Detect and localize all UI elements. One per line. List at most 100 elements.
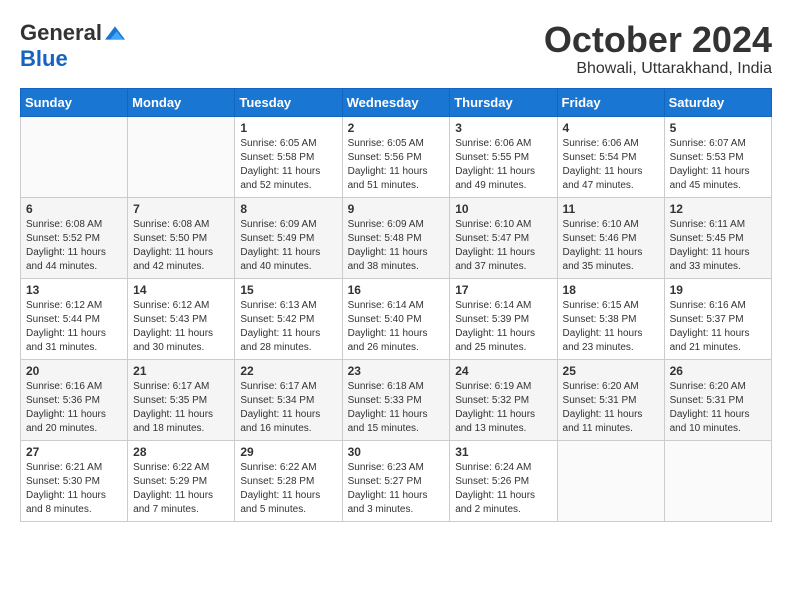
day-info: Sunrise: 6:11 AMSunset: 5:45 PMDaylight:… — [670, 219, 750, 272]
day-info: Sunrise: 6:22 AMSunset: 5:28 PMDaylight:… — [240, 462, 320, 515]
calendar-cell: 20Sunrise: 6:16 AMSunset: 5:36 PMDayligh… — [21, 359, 128, 440]
logo-blue-text: Blue — [20, 46, 68, 72]
calendar-cell: 24 Sunrise: 6:19 AMSunset: 5:32 PMDayligh… — [450, 359, 557, 440]
day-info: Sunrise: 6:15 AMSunset: 5:38 PMDaylight:… — [563, 300, 643, 353]
calendar-cell: 12 Sunrise: 6:11 AMSunset: 5:45 PMDayligh… — [664, 197, 771, 278]
calendar-cell: 27Sunrise: 6:21 AMSunset: 5:30 PMDayligh… — [21, 440, 128, 521]
day-number: 15 — [240, 283, 336, 297]
day-info: Sunrise: 6:21 AMSunset: 5:30 PMDaylight:… — [26, 462, 106, 515]
day-info: Sunrise: 6:08 AMSunset: 5:50 PMDaylight:… — [133, 219, 213, 272]
day-info: Sunrise: 6:18 AMSunset: 5:33 PMDaylight:… — [348, 381, 428, 434]
calendar-header-friday: Friday — [557, 88, 664, 116]
calendar-cell — [664, 440, 771, 521]
day-info: Sunrise: 6:08 AMSunset: 5:52 PMDaylight:… — [26, 219, 106, 272]
logo: General Blue — [20, 20, 125, 72]
page-header: General Blue October 2024 Bhowali, Uttar… — [20, 20, 772, 78]
day-info: Sunrise: 6:10 AMSunset: 5:47 PMDaylight:… — [455, 219, 535, 272]
day-number: 13 — [26, 283, 122, 297]
day-number: 5 — [670, 121, 766, 135]
day-number: 24 — [455, 364, 551, 378]
day-number: 4 — [563, 121, 659, 135]
calendar-cell: 13 Sunrise: 6:12 AMSunset: 5:44 PMDayligh… — [21, 278, 128, 359]
calendar-cell: 5Sunrise: 6:07 AMSunset: 5:53 PMDaylight… — [664, 116, 771, 197]
day-number: 28 — [133, 445, 229, 459]
day-info: Sunrise: 6:09 AMSunset: 5:48 PMDaylight:… — [348, 219, 428, 272]
day-number: 11 — [563, 202, 659, 216]
calendar-cell: 28 Sunrise: 6:22 AMSunset: 5:29 PMDayligh… — [128, 440, 235, 521]
day-number: 3 — [455, 121, 551, 135]
calendar-header-wednesday: Wednesday — [342, 88, 450, 116]
day-info: Sunrise: 6:12 AMSunset: 5:43 PMDaylight:… — [133, 300, 213, 353]
day-info: Sunrise: 6:05 AMSunset: 5:56 PMDaylight:… — [348, 138, 428, 191]
day-info: Sunrise: 6:10 AMSunset: 5:46 PMDaylight:… — [563, 219, 643, 272]
calendar-cell: 31 Sunrise: 6:24 AMSunset: 5:26 PMDayligh… — [450, 440, 557, 521]
calendar-week-3: 13 Sunrise: 6:12 AMSunset: 5:44 PMDayligh… — [21, 278, 772, 359]
day-info: Sunrise: 6:06 AMSunset: 5:54 PMDaylight:… — [563, 138, 643, 191]
calendar-week-2: 6 Sunrise: 6:08 AMSunset: 5:52 PMDaylight… — [21, 197, 772, 278]
calendar-header-tuesday: Tuesday — [235, 88, 342, 116]
day-info: Sunrise: 6:23 AMSunset: 5:27 PMDaylight:… — [348, 462, 428, 515]
calendar-cell: 1Sunrise: 6:05 AMSunset: 5:58 PMDaylight… — [235, 116, 342, 197]
day-number: 23 — [348, 364, 445, 378]
calendar-header-saturday: Saturday — [664, 88, 771, 116]
day-number: 8 — [240, 202, 336, 216]
calendar-cell — [128, 116, 235, 197]
day-info: Sunrise: 6:16 AMSunset: 5:37 PMDaylight:… — [670, 300, 750, 353]
calendar-cell: 23 Sunrise: 6:18 AMSunset: 5:33 PMDayligh… — [342, 359, 450, 440]
day-number: 6 — [26, 202, 122, 216]
calendar-cell: 22 Sunrise: 6:17 AMSunset: 5:34 PMDayligh… — [235, 359, 342, 440]
title-block: October 2024 Bhowali, Uttarakhand, India — [544, 20, 772, 78]
day-info: Sunrise: 6:17 AMSunset: 5:34 PMDaylight:… — [240, 381, 320, 434]
calendar-cell: 26 Sunrise: 6:20 AMSunset: 5:31 PMDayligh… — [664, 359, 771, 440]
calendar-cell: 11 Sunrise: 6:10 AMSunset: 5:46 PMDayligh… — [557, 197, 664, 278]
day-number: 7 — [133, 202, 229, 216]
calendar-cell: 30 Sunrise: 6:23 AMSunset: 5:27 PMDayligh… — [342, 440, 450, 521]
calendar-cell: 8Sunrise: 6:09 AMSunset: 5:49 PMDaylight… — [235, 197, 342, 278]
calendar-table: SundayMondayTuesdayWednesdayThursdayFrid… — [20, 88, 772, 522]
day-info: Sunrise: 6:13 AMSunset: 5:42 PMDaylight:… — [240, 300, 320, 353]
logo-general-text: General — [20, 20, 102, 46]
calendar-cell: 3Sunrise: 6:06 AMSunset: 5:55 PMDaylight… — [450, 116, 557, 197]
day-info: Sunrise: 6:17 AMSunset: 5:35 PMDaylight:… — [133, 381, 213, 434]
day-number: 19 — [670, 283, 766, 297]
day-number: 14 — [133, 283, 229, 297]
day-number: 30 — [348, 445, 445, 459]
calendar-cell: 6 Sunrise: 6:08 AMSunset: 5:52 PMDaylight… — [21, 197, 128, 278]
location-title: Bhowali, Uttarakhand, India — [544, 60, 772, 78]
calendar-cell: 7 Sunrise: 6:08 AMSunset: 5:50 PMDaylight… — [128, 197, 235, 278]
calendar-cell: 18Sunrise: 6:15 AMSunset: 5:38 PMDayligh… — [557, 278, 664, 359]
calendar-header-thursday: Thursday — [450, 88, 557, 116]
calendar-cell: 2Sunrise: 6:05 AMSunset: 5:56 PMDaylight… — [342, 116, 450, 197]
calendar-week-5: 27Sunrise: 6:21 AMSunset: 5:30 PMDayligh… — [21, 440, 772, 521]
day-number: 17 — [455, 283, 551, 297]
day-number: 31 — [455, 445, 551, 459]
day-info: Sunrise: 6:19 AMSunset: 5:32 PMDaylight:… — [455, 381, 535, 434]
month-title: October 2024 — [544, 20, 772, 60]
calendar-header-monday: Monday — [128, 88, 235, 116]
calendar-cell: 19 Sunrise: 6:16 AMSunset: 5:37 PMDayligh… — [664, 278, 771, 359]
calendar-cell: 21Sunrise: 6:17 AMSunset: 5:35 PMDayligh… — [128, 359, 235, 440]
day-info: Sunrise: 6:24 AMSunset: 5:26 PMDaylight:… — [455, 462, 535, 515]
day-number: 16 — [348, 283, 445, 297]
calendar-week-4: 20Sunrise: 6:16 AMSunset: 5:36 PMDayligh… — [21, 359, 772, 440]
day-info: Sunrise: 6:12 AMSunset: 5:44 PMDaylight:… — [26, 300, 106, 353]
day-info: Sunrise: 6:05 AMSunset: 5:58 PMDaylight:… — [240, 138, 320, 191]
day-number: 25 — [563, 364, 659, 378]
day-number: 12 — [670, 202, 766, 216]
day-info: Sunrise: 6:22 AMSunset: 5:29 PMDaylight:… — [133, 462, 213, 515]
calendar-header-row: SundayMondayTuesdayWednesdayThursdayFrid… — [21, 88, 772, 116]
day-number: 22 — [240, 364, 336, 378]
day-number: 10 — [455, 202, 551, 216]
day-info: Sunrise: 6:20 AMSunset: 5:31 PMDaylight:… — [670, 381, 750, 434]
calendar-header-sunday: Sunday — [21, 88, 128, 116]
calendar-week-1: 1Sunrise: 6:05 AMSunset: 5:58 PMDaylight… — [21, 116, 772, 197]
logo-icon — [105, 23, 125, 43]
calendar-cell: 10 Sunrise: 6:10 AMSunset: 5:47 PMDayligh… — [450, 197, 557, 278]
day-number: 9 — [348, 202, 445, 216]
calendar-cell — [557, 440, 664, 521]
day-number: 26 — [670, 364, 766, 378]
calendar-cell: 4 Sunrise: 6:06 AMSunset: 5:54 PMDaylight… — [557, 116, 664, 197]
calendar-cell: 16Sunrise: 6:14 AMSunset: 5:40 PMDayligh… — [342, 278, 450, 359]
day-info: Sunrise: 6:16 AMSunset: 5:36 PMDaylight:… — [26, 381, 106, 434]
calendar-cell: 29Sunrise: 6:22 AMSunset: 5:28 PMDayligh… — [235, 440, 342, 521]
